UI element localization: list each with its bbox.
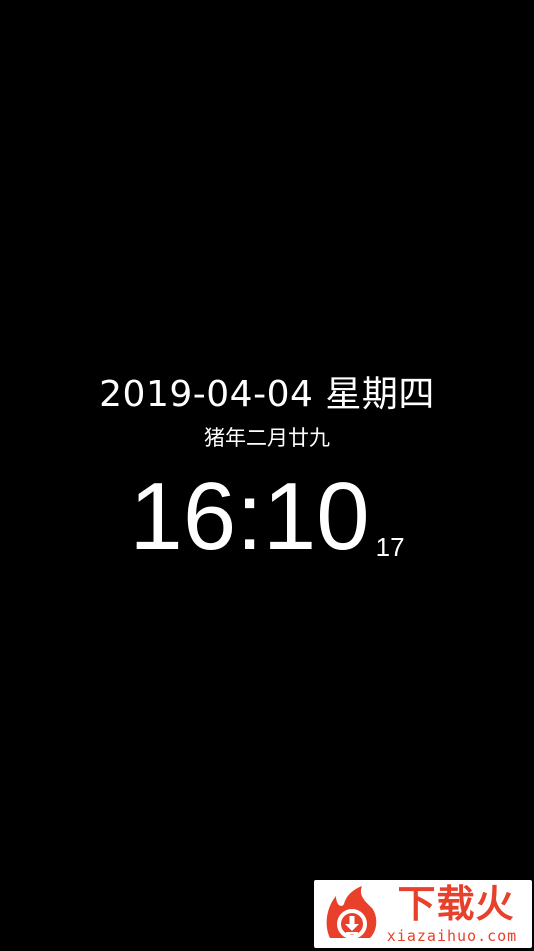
date-weekday-text: 2019-04-04 星期四: [99, 374, 435, 415]
watermark-site-text: xiazaihuo.com: [386, 927, 518, 945]
lunar-date-text: 猪年二月廿九: [204, 426, 330, 450]
time-display: 16:10 17: [0, 462, 534, 572]
site-watermark: 下载火 xiazaihuo.com: [314, 880, 532, 948]
time-hours-minutes: 16:10: [129, 463, 370, 570]
time-seconds: 17: [375, 532, 405, 562]
flame-download-logo-icon: [326, 886, 377, 939]
clock-screen[interactable]: 2019-04-04 星期四 猪年二月廿九 16:10 17: [0, 0, 534, 951]
watermark-brand-text: 下载火: [397, 882, 515, 926]
